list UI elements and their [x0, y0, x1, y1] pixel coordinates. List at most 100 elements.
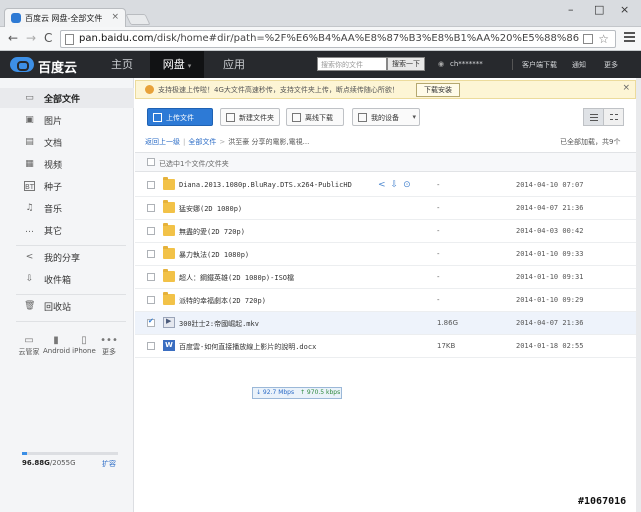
bookmark-star-icon[interactable]: ☆ — [598, 32, 609, 46]
device-iphone[interactable]: ▯ iPhone — [71, 335, 97, 355]
file-name[interactable]: 超人：鋼鐵英雄(2D 1080p)-ISO檔 — [179, 273, 294, 283]
row-checkbox[interactable] — [147, 296, 155, 304]
row-checkbox[interactable] — [147, 273, 155, 281]
more-link[interactable]: 更多 — [604, 60, 618, 70]
table-row[interactable]: 300壯士2:帝國崛起.mkv 1.86G 2014-04-07 21:36 — [135, 312, 636, 335]
row-checkbox[interactable] — [147, 227, 155, 235]
table-row[interactable]: 超人：鋼鐵英雄(2D 1080p)-ISO檔 - 2014-01-10 09:31 — [135, 266, 636, 289]
address-bar[interactable]: pan.baidu.com/disk/home#dir/path=%2F%E6%… — [60, 30, 616, 48]
video-icon: ▦ — [25, 159, 34, 169]
page-action-icon[interactable] — [583, 34, 593, 44]
search-input[interactable]: 搜索你的文件 — [317, 57, 387, 71]
baidu-favicon-icon — [11, 13, 21, 23]
row-checkbox[interactable] — [147, 250, 155, 258]
row-actions: <⇩⊙ — [378, 180, 416, 190]
install-button[interactable]: 下载安装 — [416, 83, 460, 97]
sidebar-item-recycle-bin[interactable]: 🗑 回收站 — [0, 296, 134, 316]
other-icon: … — [25, 225, 34, 235]
button-label: 新建文件夹 — [239, 114, 274, 122]
more-options-icon[interactable]: ⊙ — [403, 180, 416, 190]
file-size: 1.86G — [437, 319, 459, 327]
sidebar-item-all-files[interactable]: ▭ 全部文件 — [0, 88, 134, 108]
user-menu[interactable]: ch******* — [450, 60, 483, 68]
back-icon[interactable]: ← — [8, 31, 18, 45]
row-checkbox[interactable] — [147, 181, 155, 189]
upload-button[interactable]: 上传文件 — [147, 108, 213, 126]
sidebar-item-torrents[interactable]: BT 种子 — [0, 176, 134, 196]
grid-view-button[interactable] — [603, 108, 624, 126]
folder-icon — [163, 177, 175, 190]
file-name[interactable]: 猛安娜(2D 1080p) — [179, 204, 242, 214]
scrollbar[interactable] — [636, 78, 641, 512]
my-devices-button[interactable]: 我的设备 ▾ — [352, 108, 420, 126]
sidebar-item-videos[interactable]: ▦ 视频 — [0, 154, 134, 174]
notifications-link[interactable]: 通知 — [572, 60, 586, 70]
expand-storage-link[interactable]: 扩容 — [102, 459, 116, 469]
reload-icon[interactable]: C — [44, 31, 52, 45]
sidebar-item-documents[interactable]: ▤ 文档 — [0, 132, 134, 152]
sidebar-item-music[interactable]: ♫ 音乐 — [0, 198, 134, 218]
upload-icon — [153, 113, 162, 122]
new-tab-button[interactable] — [125, 14, 151, 25]
sidebar-item-my-shares[interactable]: < 我的分享 — [0, 247, 134, 267]
device-pc-manager[interactable]: ▭ 云管家 — [16, 335, 42, 357]
row-checkbox[interactable] — [147, 204, 155, 212]
selection-status: 已选中1个文件/文件夹 — [159, 160, 229, 168]
device-icon — [358, 113, 367, 122]
client-download-link[interactable]: 客户端下载 — [522, 60, 557, 70]
row-checkbox[interactable] — [147, 342, 155, 350]
device-android[interactable]: ▮ Android — [43, 335, 71, 355]
search-button[interactable]: 搜索一下 — [387, 57, 425, 71]
table-row[interactable]: 猛安娜(2D 1080p) - 2014-04-07 21:36 — [135, 197, 636, 220]
file-name[interactable]: 300壯士2:帝國崛起.mkv — [179, 319, 259, 329]
file-name[interactable]: 派特的幸福劇本(2D 720p) — [179, 296, 266, 306]
share-icon[interactable]: < — [378, 180, 391, 190]
address-url[interactable]: pan.baidu.com/disk/home#dir/path=%2F%E6%… — [79, 33, 579, 44]
file-name[interactable]: 暴力執法(2D 1080p) — [179, 250, 249, 260]
file-size: - — [437, 273, 440, 281]
device-label: Android — [43, 347, 71, 355]
device-label: 云管家 — [18, 348, 40, 356]
sidebar-divider — [16, 294, 126, 295]
select-all-checkbox[interactable] — [147, 158, 155, 166]
sidebar-item-inbox[interactable]: ⇩ 收件箱 — [0, 269, 134, 289]
nav-apps[interactable]: 应用 — [212, 51, 256, 78]
table-row[interactable]: 派特的幸福劇本(2D 720p) - 2014-01-10 09:29 — [135, 289, 636, 312]
file-size: 17KB — [437, 342, 456, 350]
table-row[interactable]: 無盡的愛(2D 720p) - 2014-04-03 00:42 — [135, 220, 636, 243]
table-row[interactable]: W 百度雲-如何直接播放線上影片的說明.docx 17KB 2014-01-18 02… — [135, 335, 636, 358]
maximize-icon[interactable]: □ — [594, 3, 604, 16]
table-row[interactable]: Diana.2013.1080p.BluRay.DTS.x264-PublicH… — [135, 174, 636, 197]
word-document-icon: W — [163, 340, 175, 351]
offline-download-button[interactable]: 离线下载 — [286, 108, 344, 126]
file-size: - — [437, 227, 440, 235]
row-checkbox[interactable] — [147, 317, 155, 327]
minimize-icon[interactable]: – — [568, 3, 574, 16]
sidebar-item-other[interactable]: … 其它 — [0, 220, 134, 240]
quota-progress — [22, 452, 118, 455]
file-name[interactable]: 無盡的愛(2D 720p) — [179, 227, 245, 237]
browser-menu-icon[interactable] — [624, 32, 635, 44]
breadcrumb-separator: | — [183, 138, 186, 146]
notice-close-icon[interactable]: × — [622, 83, 630, 93]
new-folder-icon — [226, 113, 235, 122]
loaded-count: 已全部加载，共9个 — [560, 138, 621, 146]
nav-netdisk[interactable]: 网盘 ▾ — [150, 51, 204, 78]
nav-home[interactable]: 主页 — [100, 51, 144, 78]
breadcrumb-all-files[interactable]: 全部文件 — [188, 138, 216, 146]
window-close-icon[interactable]: × — [620, 3, 629, 16]
tab-close-icon[interactable]: × — [111, 12, 119, 22]
new-folder-button[interactable]: 新建文件夹 — [220, 108, 280, 126]
device-more[interactable]: ••• 更多 — [96, 335, 122, 357]
file-name[interactable]: 百度雲-如何直接播放線上影片的說明.docx — [179, 342, 316, 352]
breadcrumb-back-link[interactable]: 返回上一级 — [145, 138, 180, 146]
browser-tab[interactable]: 百度云 网盘-全部文件 × — [4, 8, 126, 27]
sidebar-item-images[interactable]: ▣ 图片 — [0, 110, 134, 130]
forward-icon[interactable]: → — [26, 31, 36, 45]
file-name[interactable]: Diana.2013.1080p.BluRay.DTS.x264-PublicH… — [179, 181, 352, 189]
folder-icon — [163, 292, 175, 305]
download-icon[interactable]: ⇩ — [391, 180, 404, 190]
breadcrumb: 返回上一级 | 全部文件 > 洪至豪 分享的電影,電視... — [145, 137, 309, 147]
list-view-button[interactable] — [583, 108, 604, 126]
table-row[interactable]: 暴力執法(2D 1080p) - 2014-01-10 09:33 — [135, 243, 636, 266]
